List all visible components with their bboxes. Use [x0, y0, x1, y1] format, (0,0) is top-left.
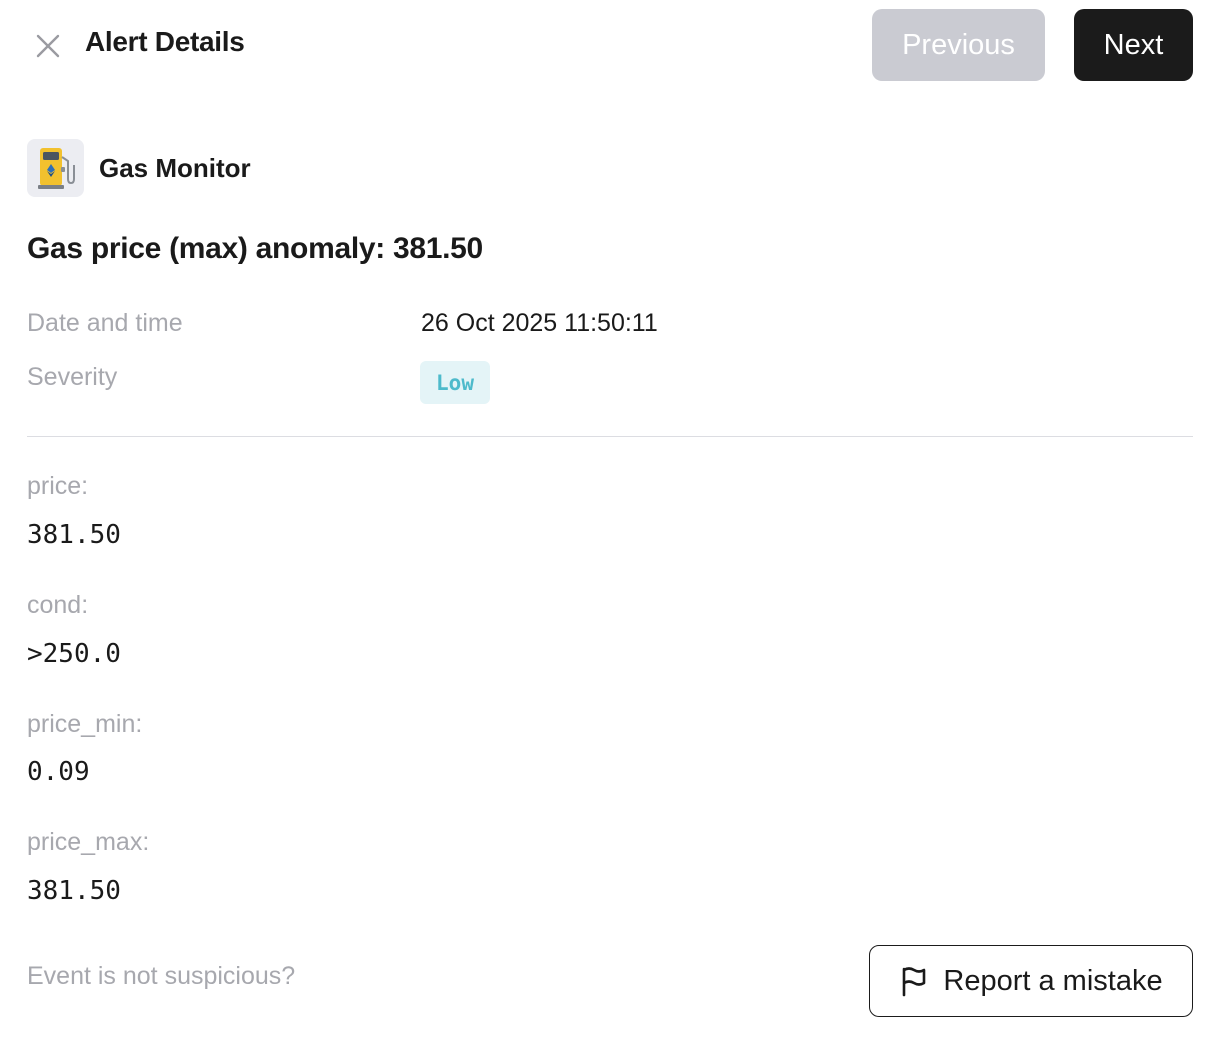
report-mistake-button[interactable]: Report a mistake [869, 945, 1193, 1017]
field-value-price-min: 0.09 [27, 757, 90, 787]
next-button[interactable]: Next [1074, 9, 1193, 81]
field-value-price: 381.50 [27, 520, 121, 550]
date-label: Date and time [27, 309, 183, 337]
severity-label: Severity [27, 363, 118, 391]
not-suspicious-question: Event is not suspicious? [27, 962, 296, 990]
field-label-cond: cond: [27, 591, 89, 619]
field-label-price-min: price_min: [27, 710, 143, 738]
close-icon[interactable] [34, 32, 62, 60]
severity-badge: Low [420, 361, 490, 404]
header: Alert Details Previous Next [0, 0, 1220, 90]
alert-title: Gas price (max) anomaly: 381.50 [27, 232, 483, 265]
monitor-info: Gas Monitor [27, 139, 251, 197]
field-label-price: price: [27, 472, 89, 500]
field-label-price-max: price_max: [27, 828, 150, 856]
gas-pump-icon [27, 139, 84, 197]
field-value-price-max: 381.50 [27, 876, 121, 906]
date-value: 26 Oct 2025 11:50:11 [421, 309, 658, 337]
close-button[interactable] [30, 28, 66, 64]
page-title: Alert Details [85, 26, 245, 57]
previous-button[interactable]: Previous [872, 9, 1045, 81]
divider [27, 436, 1193, 437]
report-mistake-label: Report a mistake [943, 964, 1163, 997]
flag-icon [903, 967, 926, 997]
field-value-cond: >250.0 [27, 639, 121, 669]
monitor-name: Gas Monitor [99, 152, 251, 183]
